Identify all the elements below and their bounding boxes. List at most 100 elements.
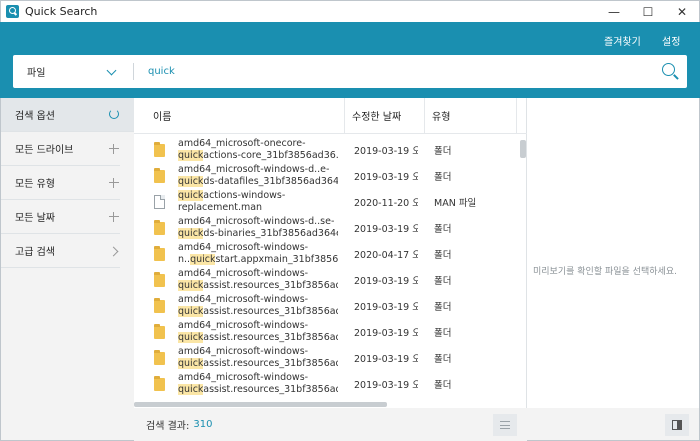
column-header-name[interactable]: 이름 [134, 98, 345, 133]
sidebar-item-label: 고급 검색 [15, 247, 55, 258]
file-type: MAN 파일 [434, 198, 477, 209]
preview-pane: 미리보기를 확인할 파일을 선택하세요. [527, 98, 700, 441]
preview-footer [527, 408, 699, 440]
result-row[interactable]: amd64_microsoft-windows-quickassist.reso… [134, 345, 519, 371]
result-row[interactable]: amd64_microsoft-windows-quickassist.reso… [134, 371, 519, 397]
sidebar-item-types[interactable]: 모든 유형 [1, 166, 120, 200]
file-name: amd64_microsoft-onecore-quickactions-cor… [178, 138, 338, 161]
file-date: 2019-03-19 오... [354, 380, 418, 391]
chevron-right-icon [108, 245, 120, 257]
list-view-icon [500, 421, 510, 429]
file-date: 2019-03-19 오... [354, 224, 418, 235]
file-date: 2019-03-19 오... [354, 354, 418, 365]
sidebar-item-dates[interactable]: 모든 날짜 [1, 200, 120, 234]
file-name: amd64_microsoft-windows-quickassist.reso… [178, 294, 338, 317]
file-date: 2019-03-19 오... [354, 276, 418, 287]
result-row[interactable]: quickactions-windows-replacement.man 2020… [134, 189, 519, 215]
results-list: amd64_microsoft-onecore-quickactions-cor… [134, 137, 519, 399]
search-bar: 파일 quick [13, 55, 687, 88]
plus-icon [108, 177, 120, 189]
minimize-button[interactable]: — [597, 1, 631, 23]
sidebar-item-drives[interactable]: 모든 드라이브 [1, 132, 120, 166]
file-name: amd64_microsoft-windows-quickassist.reso… [178, 372, 338, 395]
search-icon[interactable] [653, 55, 687, 88]
column-header-modified[interactable]: 수정한 날짜 [345, 98, 425, 133]
folder-icon [154, 141, 165, 157]
result-row[interactable]: amd64_microsoft-windows-n..quickstart.ap… [134, 241, 519, 267]
maximize-button[interactable]: ☐ [631, 1, 665, 23]
sidebar-item-label: 검색 옵션 [15, 111, 55, 122]
file-type: 폴더 [434, 354, 452, 365]
file-name: amd64_microsoft-windows-d..se-quickds-bi… [178, 216, 338, 239]
file-date: 2020-04-17 오... [354, 250, 418, 261]
sidebar-item-advanced-search[interactable]: 고급 검색 [1, 234, 120, 268]
file-name: amd64_microsoft-windows-quickassist.reso… [178, 268, 338, 291]
folder-icon [154, 297, 165, 313]
file-date: 2019-03-19 오... [354, 302, 418, 313]
sidebar-item-search-options[interactable]: 검색 옵션 [1, 98, 134, 132]
file-type: 폴더 [434, 276, 452, 287]
sidebar-item-label: 모든 드라이브 [15, 145, 74, 156]
horizontal-scrollbar[interactable] [134, 402, 387, 407]
header-bar: 즐겨찾기 설정 파일 quick [0, 22, 700, 98]
file-date: 2020-11-20 오... [354, 198, 418, 209]
result-row[interactable]: amd64_microsoft-windows-d..se-quickds-bi… [134, 215, 519, 241]
file-date: 2019-03-19 오... [354, 146, 418, 157]
result-count-label: 검색 결과: [146, 421, 190, 432]
result-count: 310 [193, 419, 213, 430]
file-type: 폴더 [434, 250, 452, 261]
folder-icon [154, 323, 165, 339]
file-name: quickactions-windows-replacement.man [178, 190, 286, 213]
filter-sidebar: 검색 옵션 모든 드라이브 모든 유형 모든 날짜 고급 검색 [0, 98, 134, 441]
result-row[interactable]: amd64_microsoft-onecore-quickactions-cor… [134, 137, 519, 163]
result-row[interactable]: amd64_microsoft-windows-quickassist.reso… [134, 267, 519, 293]
window-controls: — ☐ ✕ [597, 1, 699, 23]
chevron-down-icon [106, 65, 117, 76]
app-logo-icon [6, 5, 19, 18]
folder-icon [154, 167, 165, 183]
column-header-type[interactable]: 유형 [425, 98, 517, 133]
folder-icon [154, 219, 165, 235]
result-row[interactable]: amd64_microsoft-windows-quickassist.reso… [134, 319, 519, 345]
plus-icon [108, 211, 120, 223]
results-footer: 검색 결과: 310 [134, 408, 527, 441]
file-type: 폴더 [434, 146, 452, 157]
window-title: Quick Search [25, 5, 98, 18]
file-type: 폴더 [434, 302, 452, 313]
result-row[interactable]: amd64_microsoft-windows-quickassist.reso… [134, 293, 519, 319]
search-input[interactable]: quick [134, 66, 653, 77]
file-icon [154, 195, 165, 209]
vertical-scrollbar[interactable] [520, 140, 526, 158]
favorites-link[interactable]: 즐겨찾기 [604, 33, 641, 48]
file-name: amd64_microsoft-windows-quickassist.reso… [178, 320, 338, 343]
title-bar: Quick Search — ☐ ✕ [0, 0, 700, 22]
column-header-row: 이름 수정한 날짜 유형 [134, 98, 527, 134]
file-name: amd64_microsoft-windows-n..quickstart.ap… [178, 242, 338, 265]
file-type: 폴더 [434, 172, 452, 183]
plus-icon [108, 143, 120, 155]
preview-pane-icon [672, 420, 682, 430]
results-panel: 이름 수정한 날짜 유형 amd64_microsoft-onecore-qui… [134, 98, 527, 441]
file-type: 폴더 [434, 224, 452, 235]
file-date: 2019-03-19 오... [354, 172, 418, 183]
folder-icon [154, 271, 165, 287]
file-type: 폴더 [434, 328, 452, 339]
folder-icon [154, 245, 165, 261]
preview-placeholder: 미리보기를 확인할 파일을 선택하세요. [533, 267, 677, 277]
preview-toggle-button[interactable] [665, 414, 689, 436]
sidebar-item-label: 모든 유형 [15, 179, 55, 190]
folder-icon [154, 349, 165, 365]
file-name: amd64_microsoft-windows-quickassist.reso… [178, 346, 338, 369]
list-view-button[interactable] [493, 414, 517, 436]
folder-icon [154, 375, 165, 391]
search-scope-dropdown[interactable]: 파일 [13, 55, 133, 88]
file-type: 폴더 [434, 380, 452, 391]
refresh-icon[interactable] [109, 108, 119, 119]
close-button[interactable]: ✕ [665, 1, 699, 23]
search-scope-label: 파일 [27, 68, 46, 79]
file-name: amd64_microsoft-windows-d..e-quickds-dat… [178, 164, 338, 187]
sidebar-item-label: 모든 날짜 [15, 213, 55, 224]
settings-link[interactable]: 설정 [662, 33, 680, 48]
file-date: 2019-03-19 오... [354, 328, 418, 339]
result-row[interactable]: amd64_microsoft-windows-d..e-quickds-dat… [134, 163, 519, 189]
